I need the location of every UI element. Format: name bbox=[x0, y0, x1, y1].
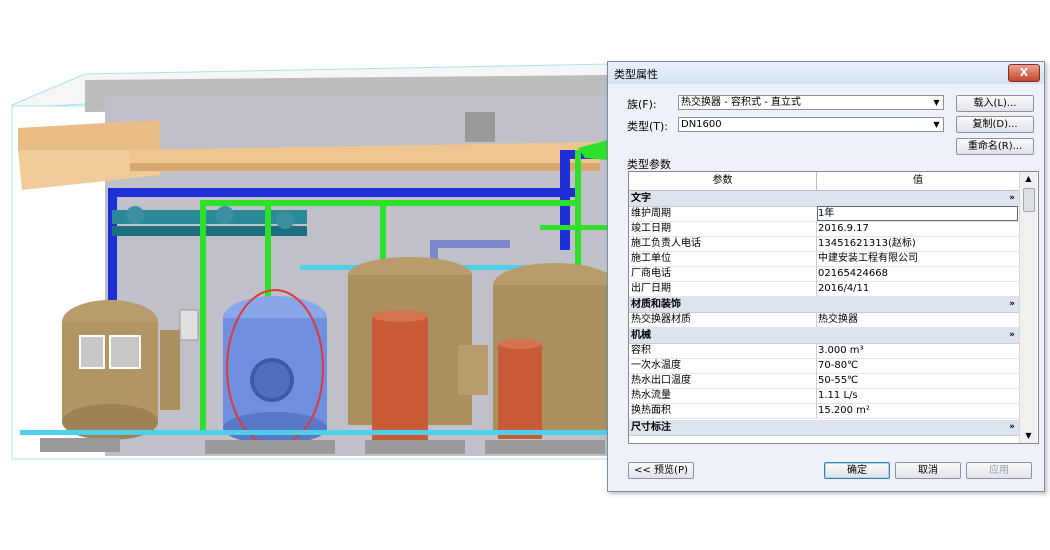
collapse-icon[interactable]: » bbox=[1009, 328, 1015, 343]
table-row[interactable]: 施工单位 中建安装工程有限公司 bbox=[629, 251, 1019, 267]
close-icon[interactable]: X bbox=[1009, 65, 1039, 81]
table-row[interactable]: 出厂日期 2016/4/11 bbox=[629, 281, 1019, 297]
tank-red-1 bbox=[372, 316, 428, 446]
tank-red-2 bbox=[498, 344, 542, 439]
table-row[interactable]: 热水流量 1.11 L/s bbox=[629, 388, 1019, 404]
duplicate-button[interactable]: 复制(D)... bbox=[956, 116, 1034, 133]
pipe-blue-main bbox=[108, 188, 578, 197]
tank-left-back bbox=[160, 330, 180, 410]
valve-1 bbox=[126, 206, 144, 224]
pad-1 bbox=[40, 438, 120, 452]
cable-tray-edge bbox=[130, 163, 600, 171]
ok-button[interactable]: 确定 bbox=[824, 462, 890, 479]
pipe-green-5 bbox=[540, 225, 610, 230]
type-parameters-label: 类型参数 bbox=[627, 158, 671, 171]
group-header-text[interactable]: 文字» bbox=[629, 191, 1019, 207]
tank-left-window-1 bbox=[79, 335, 105, 369]
table-row[interactable]: 厂商电话 02165424668 bbox=[629, 266, 1019, 282]
table-row[interactable]: 热交换器材质 热交换器 bbox=[629, 312, 1019, 328]
dialog-title: 类型属性 bbox=[614, 68, 658, 81]
close-button[interactable]: X bbox=[1008, 64, 1040, 82]
table-row[interactable]: 容积 3.000 m³ bbox=[629, 343, 1019, 359]
apply-button: 应用 bbox=[966, 462, 1032, 479]
table-row[interactable]: 竣工日期 2016.9.17 bbox=[629, 221, 1019, 237]
table-row[interactable]: 换热面积 15.200 m² bbox=[629, 403, 1019, 419]
pad-4 bbox=[485, 440, 605, 454]
tank-right-nozzle bbox=[458, 345, 488, 395]
wall-panel bbox=[179, 309, 199, 341]
pipe-purple bbox=[430, 240, 510, 248]
type-label: 类型(T): bbox=[627, 120, 669, 133]
valve-3 bbox=[276, 211, 294, 229]
tank-red-1-top bbox=[372, 310, 428, 322]
vertical-scrollbar[interactable]: ▲ ▼ bbox=[1019, 172, 1037, 443]
family-select[interactable]: 热交换器 - 容积式 - 直立式 ▼ bbox=[678, 95, 944, 110]
type-value: DN1600 bbox=[681, 119, 722, 130]
triangle-down-icon[interactable]: ▼ bbox=[1020, 429, 1037, 443]
pipe-teal-b bbox=[112, 226, 307, 236]
table-row[interactable]: 热水出口温度 50-55℃ bbox=[629, 373, 1019, 389]
type-select[interactable]: DN1600 ▼ bbox=[678, 117, 944, 132]
valve-2 bbox=[216, 206, 234, 224]
scrollbar-thumb[interactable] bbox=[1023, 188, 1035, 212]
family-value: 热交换器 - 容积式 - 直立式 bbox=[681, 97, 801, 108]
collapse-icon[interactable]: » bbox=[1009, 191, 1015, 206]
table-header: 参数 值 bbox=[629, 172, 1019, 191]
rename-button[interactable]: 重命名(R)... bbox=[956, 138, 1034, 155]
chevron-down-icon[interactable]: ▼ bbox=[931, 119, 942, 130]
collapse-icon[interactable]: » bbox=[1009, 297, 1015, 312]
load-button[interactable]: 载入(L)... bbox=[956, 95, 1034, 112]
tank-left-window-2 bbox=[109, 335, 141, 369]
group-header-mechanical[interactable]: 机械» bbox=[629, 328, 1019, 344]
type-properties-dialog: 类型属性 X 族(F): 热交换器 - 容积式 - 直立式 ▼ 载入(L)...… bbox=[607, 61, 1045, 492]
pad-2 bbox=[205, 440, 335, 454]
table-row[interactable]: 施工负责人电话 13451621313(赵标) bbox=[629, 236, 1019, 252]
tank-red-2-top bbox=[498, 339, 542, 349]
tank-highlight-flange bbox=[250, 358, 294, 402]
pad-3 bbox=[365, 440, 465, 454]
group-header-material[interactable]: 材质和装饰» bbox=[629, 297, 1019, 313]
pipe-floor-cyan bbox=[20, 430, 610, 435]
table-row[interactable]: 一次水温度 70-80℃ bbox=[629, 358, 1019, 374]
pipe-green-h bbox=[200, 200, 580, 206]
table-row[interactable]: 维护周期 1年 bbox=[629, 206, 1019, 222]
dialog-titlebar[interactable]: 类型属性 X bbox=[608, 62, 1044, 84]
group-header-dimensions[interactable]: 尺寸标注» bbox=[629, 420, 1019, 436]
chevron-down-icon[interactable]: ▼ bbox=[931, 97, 942, 108]
pipe-green-2 bbox=[265, 200, 271, 300]
column-top bbox=[465, 112, 495, 142]
column-header-parameter[interactable]: 参数 bbox=[629, 172, 817, 190]
pipe-blue-drop bbox=[108, 190, 117, 300]
preview-button[interactable]: << 预览(P) bbox=[628, 462, 694, 479]
family-label: 族(F): bbox=[627, 98, 657, 111]
collapse-icon[interactable]: » bbox=[1009, 420, 1015, 435]
cancel-button[interactable]: 取消 bbox=[895, 462, 961, 479]
parameters-table: 参数 值 文字» 维护周期 1年 竣工日期 2016.9.17 施工负责人电话 134… bbox=[628, 171, 1039, 444]
pipe-green-1 bbox=[200, 200, 206, 430]
triangle-up-icon[interactable]: ▲ bbox=[1020, 172, 1037, 186]
column-header-value[interactable]: 值 bbox=[817, 172, 1019, 190]
value-edit-field[interactable] bbox=[817, 206, 1018, 221]
